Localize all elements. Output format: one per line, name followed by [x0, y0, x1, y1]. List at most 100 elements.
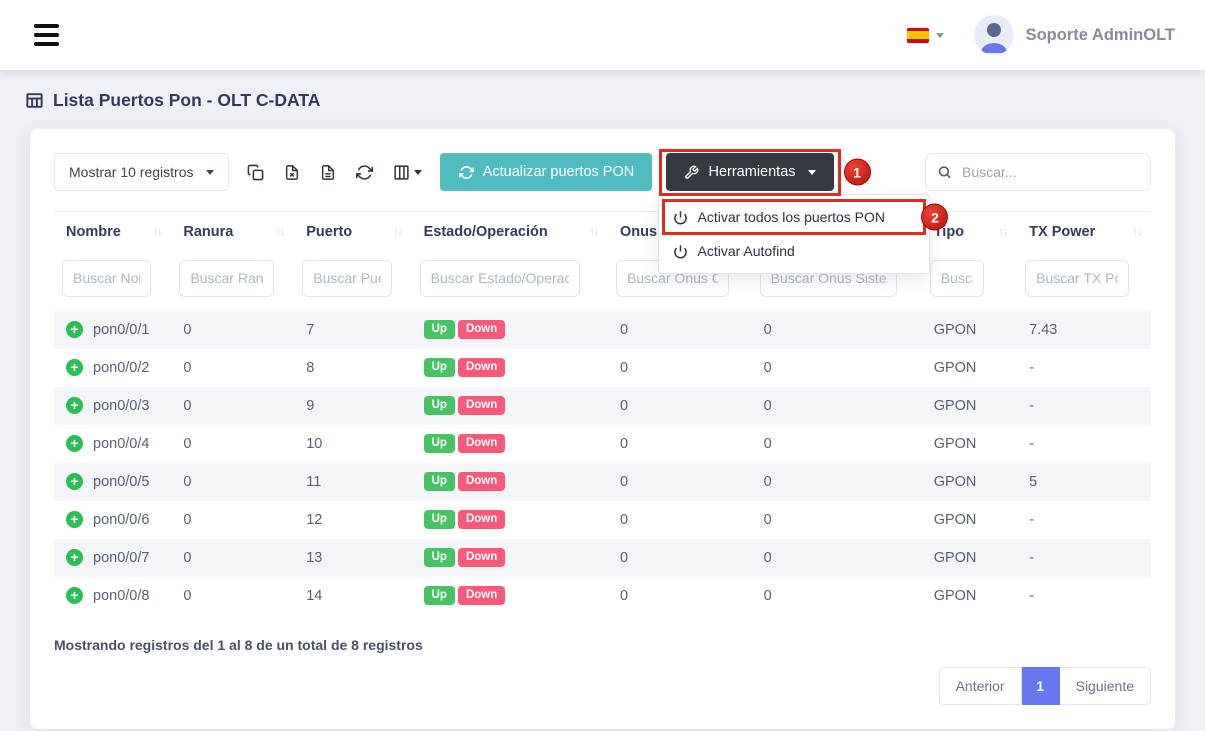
copy-icon: [247, 164, 264, 181]
filter-estado-input[interactable]: [420, 260, 581, 297]
cell-estado-operacion: UpDown: [412, 463, 608, 501]
expand-row-icon[interactable]: +: [66, 359, 83, 376]
status-up-badge: Up: [424, 548, 455, 568]
table-row: + pon0/0/6 0 12 UpDown 0 0 GPON -: [54, 501, 1151, 539]
cell-ranura: 0: [171, 425, 294, 463]
col-header-ranura[interactable]: Ranura↑↓: [171, 212, 294, 252]
cell-ranura: 0: [171, 463, 294, 501]
tools-dropdown-button[interactable]: Herramientas: [666, 153, 833, 191]
power-icon: [673, 244, 688, 259]
column-visibility-button[interactable]: [393, 164, 422, 181]
menu-item-activate-autofind[interactable]: Activar Autofind: [659, 234, 929, 268]
port-name: pon0/0/7: [93, 550, 149, 566]
expand-row-icon[interactable]: +: [66, 587, 83, 604]
cell-tx-power: 7.43: [1017, 311, 1151, 349]
cell-estado-operacion: UpDown: [412, 311, 608, 349]
filter-puerto-input[interactable]: [302, 260, 391, 297]
cell-puerto: 11: [294, 463, 411, 501]
caret-down-icon: [808, 170, 816, 175]
status-up-badge: Up: [424, 472, 455, 492]
col-header-tx-power[interactable]: TX Power↑↓: [1017, 212, 1151, 252]
table-row: + pon0/0/1 0 7 UpDown 0 0 GPON 7.43: [54, 311, 1151, 349]
cell-tx-power: -: [1017, 501, 1151, 539]
expand-row-icon[interactable]: +: [66, 397, 83, 414]
cell-tipo: GPON: [922, 387, 1017, 425]
expand-row-icon[interactable]: +: [66, 473, 83, 490]
cell-tx-power: 5: [1017, 463, 1151, 501]
cell-estado-operacion: UpDown: [412, 387, 608, 425]
port-name: pon0/0/1: [93, 322, 149, 338]
cell-tx-power: -: [1017, 387, 1151, 425]
expand-row-icon[interactable]: +: [66, 511, 83, 528]
col-header-estado-operacion[interactable]: Estado/Operación↑↓: [412, 212, 608, 252]
pagination-next-button[interactable]: Siguiente: [1060, 667, 1151, 705]
cell-tx-power: -: [1017, 577, 1151, 615]
cell-estado-operacion: UpDown: [412, 539, 608, 577]
cell-onus-2: 0: [752, 463, 922, 501]
cell-tx-power: -: [1017, 349, 1151, 387]
status-up-badge: Up: [424, 358, 455, 378]
cell-ranura: 0: [171, 539, 294, 577]
cell-puerto: 13: [294, 539, 411, 577]
cell-estado-operacion: UpDown: [412, 425, 608, 463]
spain-flag-icon: [907, 28, 929, 43]
cell-tipo: GPON: [922, 463, 1017, 501]
reload-table-button[interactable]: [356, 164, 373, 181]
status-down-badge: Down: [458, 358, 505, 378]
cell-tipo: GPON: [922, 577, 1017, 615]
top-navbar: Soporte AdminOLT: [0, 0, 1205, 70]
annotation-step-1-badge: 1: [844, 159, 871, 186]
cell-tipo: GPON: [922, 311, 1017, 349]
cell-tipo: GPON: [922, 349, 1017, 387]
col-header-nombre[interactable]: Nombre↑↓: [54, 212, 171, 252]
col-header-tipo[interactable]: Tipo↑↓: [922, 212, 1017, 252]
expand-row-icon[interactable]: +: [66, 549, 83, 566]
page-length-dropdown[interactable]: Mostrar 10 registros: [54, 153, 229, 191]
status-down-badge: Down: [458, 434, 505, 454]
pagination-previous-button[interactable]: Anterior: [939, 667, 1022, 705]
power-icon: [673, 210, 688, 225]
refresh-icon: [356, 164, 373, 181]
cell-puerto: 12: [294, 501, 411, 539]
language-selector[interactable]: [907, 28, 944, 43]
filter-ranura-input[interactable]: [179, 260, 273, 297]
cell-puerto: 7: [294, 311, 411, 349]
file-text-icon: [320, 164, 336, 181]
filter-nombre-input[interactable]: [62, 260, 151, 297]
cell-ranura: 0: [171, 387, 294, 425]
table-row: + pon0/0/3 0 9 UpDown 0 0 GPON -: [54, 387, 1151, 425]
cell-onus-2: 0: [752, 387, 922, 425]
sort-icon: ↑↓: [153, 226, 162, 238]
update-pon-ports-button[interactable]: Actualizar puertos PON: [440, 153, 652, 191]
menu-item-activate-all-pon-ports[interactable]: Activar todos los puertos PON 2: [659, 200, 929, 234]
table-row: + pon0/0/2 0 8 UpDown 0 0 GPON -: [54, 349, 1151, 387]
status-down-badge: Down: [458, 510, 505, 530]
table-body: + pon0/0/1 0 7 UpDown 0 0 GPON 7.43 + po…: [54, 311, 1151, 615]
records-info: Mostrando registros del 1 al 8 de un tot…: [54, 637, 1151, 653]
filter-tx-power-input[interactable]: [1025, 260, 1129, 297]
pagination-page-1-button[interactable]: 1: [1022, 667, 1060, 705]
sort-icon: ↑↓: [999, 226, 1008, 238]
cell-onus-2: 0: [752, 577, 922, 615]
filter-tipo-input[interactable]: [930, 260, 984, 297]
status-down-badge: Down: [458, 586, 505, 606]
table-toolbar: Mostrar 10 registros: [54, 153, 1151, 191]
export-file-button[interactable]: [320, 164, 336, 181]
cell-onus-2: 0: [752, 539, 922, 577]
cell-ranura: 0: [171, 311, 294, 349]
search-input[interactable]: [925, 153, 1151, 191]
expand-row-icon[interactable]: +: [66, 435, 83, 452]
sort-icon: ↑↓: [589, 226, 598, 238]
copy-button[interactable]: [247, 164, 264, 181]
status-down-badge: Down: [458, 396, 505, 416]
table-icon: [25, 91, 44, 110]
port-name: pon0/0/3: [93, 398, 149, 414]
export-excel-button[interactable]: [284, 164, 300, 181]
expand-row-icon[interactable]: +: [66, 321, 83, 338]
col-header-puerto[interactable]: Puerto↑↓: [294, 212, 411, 252]
status-up-badge: Up: [424, 434, 455, 454]
sort-icon: ↑↓: [276, 226, 285, 238]
user-avatar: [974, 15, 1014, 55]
user-menu[interactable]: Soporte AdminOLT: [974, 15, 1175, 55]
sidebar-toggle-button[interactable]: [30, 18, 63, 52]
